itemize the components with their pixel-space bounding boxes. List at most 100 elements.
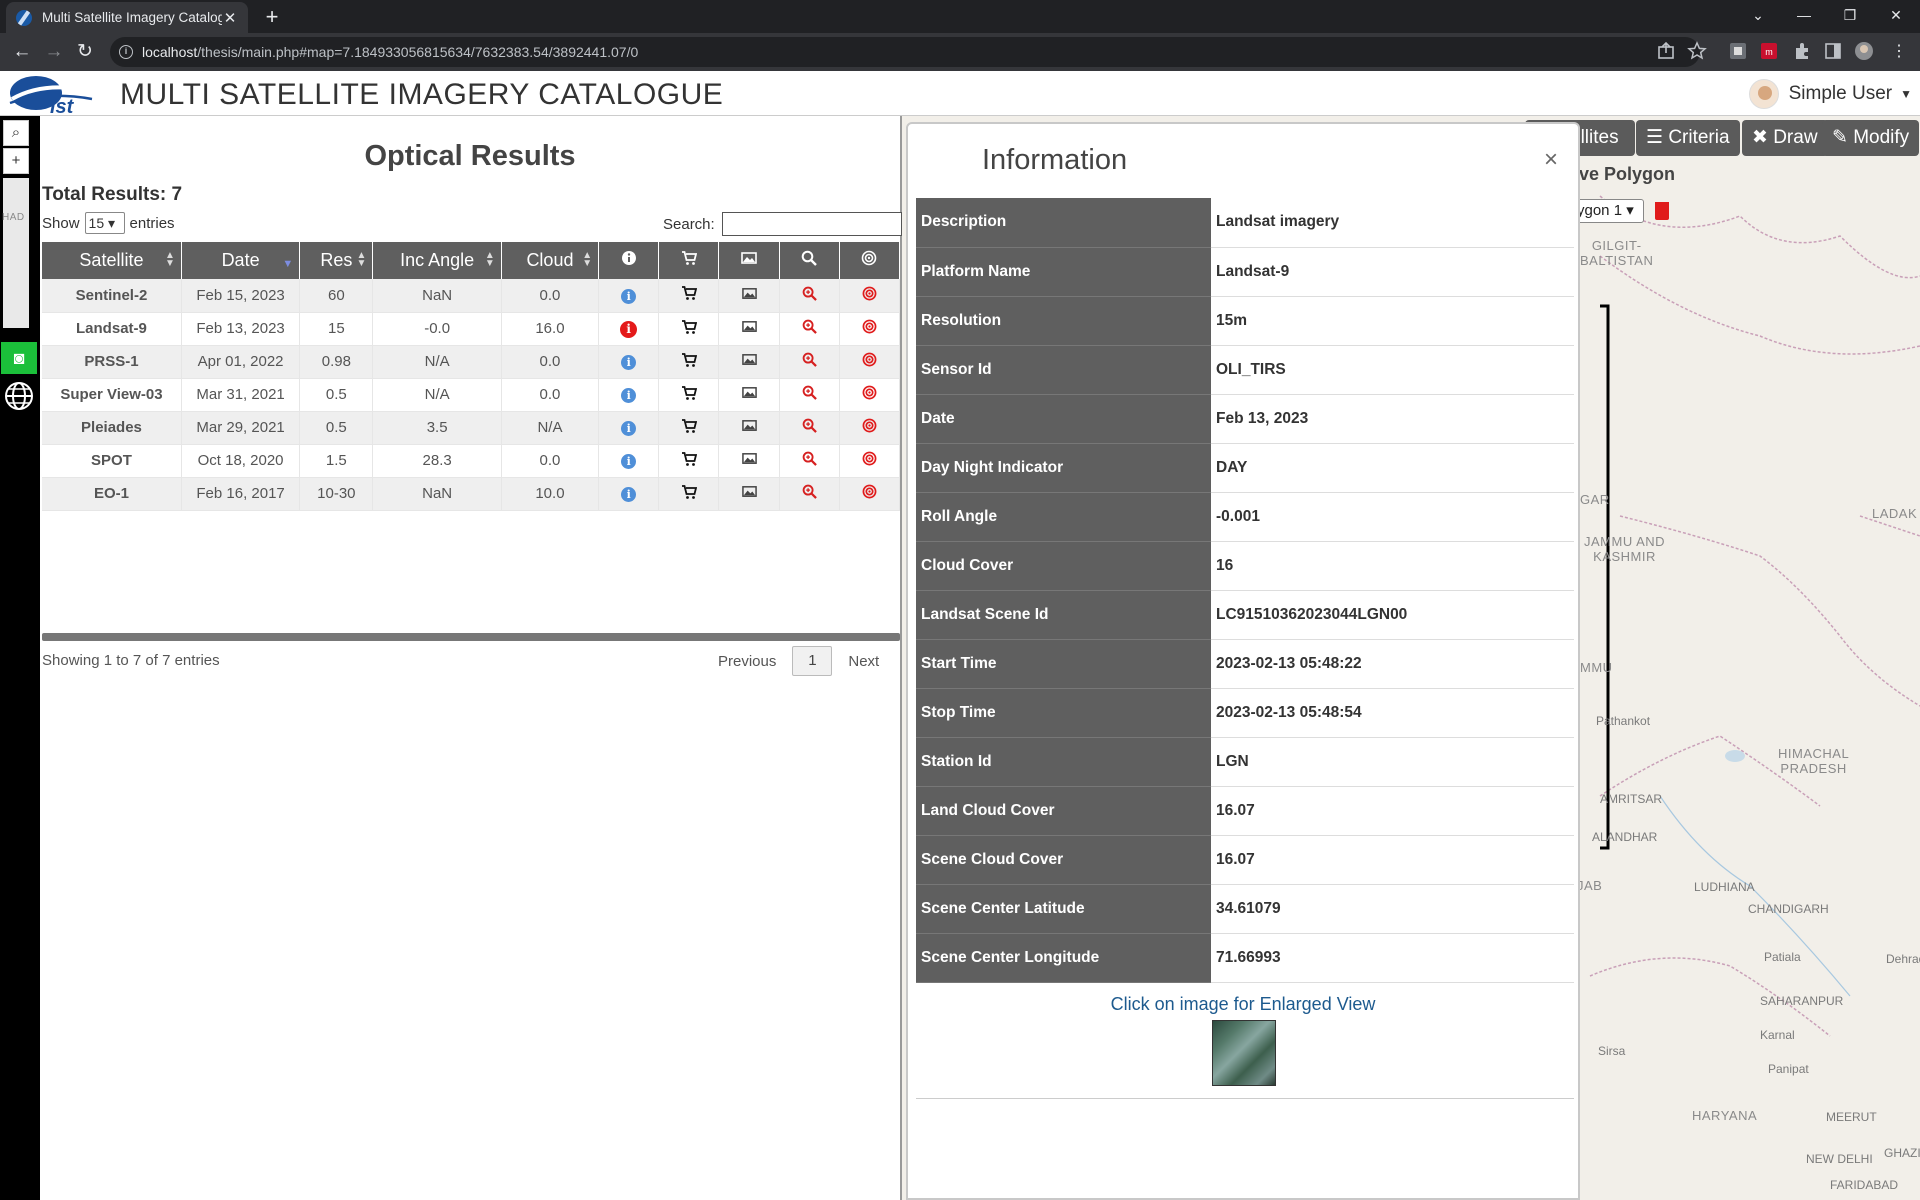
table-row[interactable]: Super View-03 Mar 31, 2021 0.5 N/A 0.0 i <box>42 378 901 412</box>
new-tab-button[interactable]: + <box>258 4 286 30</box>
search-input[interactable] <box>721 212 902 236</box>
tab-close-icon[interactable]: ✕ <box>222 9 238 27</box>
browser-menu-icon[interactable]: ⋮ <box>1885 38 1913 66</box>
share-icon[interactable] <box>1656 41 1676 61</box>
info-row: Station Id LGN <box>916 737 1574 787</box>
table-row[interactable]: PRSS-1 Apr 01, 2022 0.98 N/A 0.0 i <box>42 345 901 379</box>
extension-1-icon[interactable] <box>1728 41 1748 61</box>
info-icon[interactable]: i <box>621 288 637 304</box>
polygon-select[interactable]: ygon 1 ▾ <box>1572 199 1644 223</box>
image-icon[interactable] <box>741 287 757 305</box>
globe-icon[interactable] <box>3 380 35 412</box>
column-header-cloud[interactable]: Cloud ▲ ▼ <box>501 242 600 279</box>
zoom-icon[interactable] <box>802 352 817 371</box>
address-bar[interactable]: i localhost/thesis/main.php#map=7.184933… <box>110 37 1700 67</box>
cart-icon[interactable] <box>681 352 697 372</box>
map-label-jammu: JAMMU AND KASHMIR <box>1584 534 1666 564</box>
zoom-slider[interactable] <box>3 178 29 328</box>
table-row[interactable]: EO-1 Feb 16, 2017 10-30 NaN 10.0 i <box>42 477 901 511</box>
minimize-icon[interactable]: — <box>1781 0 1827 33</box>
column-label: Res <box>320 250 353 270</box>
target-icon[interactable] <box>862 319 877 338</box>
show-label: Show <box>42 214 80 232</box>
tab-search-icon[interactable]: ⌄ <box>1735 0 1781 33</box>
map-city: AMRITSAR <box>1600 792 1663 806</box>
bookmark-star-icon[interactable] <box>1687 41 1707 61</box>
restore-icon[interactable]: ❐ <box>1827 0 1873 33</box>
back-arrow-icon[interactable]: ← <box>8 38 36 66</box>
site-info-icon[interactable]: i <box>119 45 133 59</box>
image-icon[interactable] <box>741 354 757 371</box>
user-menu[interactable]: Simple User ▼ <box>1748 79 1912 109</box>
zoom-icon[interactable] <box>802 385 817 404</box>
info-value: 71.66993 <box>1211 933 1574 983</box>
zoom-icon[interactable] <box>802 451 817 470</box>
info-icon[interactable]: i <box>620 320 638 338</box>
image-icon[interactable] <box>741 321 757 338</box>
column-header-satellite[interactable]: Satellite ▲ ▼ <box>42 242 182 279</box>
draw-button[interactable]: ✖ Draw <box>1742 120 1828 156</box>
image-icon[interactable] <box>741 453 757 470</box>
info-icon[interactable]: i <box>621 454 637 469</box>
active-polygon-title: ive Polygon <box>1574 164 1676 184</box>
target-icon[interactable] <box>862 451 877 470</box>
image-icon[interactable] <box>741 420 757 437</box>
zoom-icon[interactable] <box>802 484 817 503</box>
image-icon[interactable] <box>741 486 757 503</box>
info-icon[interactable]: i <box>621 487 637 502</box>
zoom-icon[interactable] <box>802 319 817 338</box>
table-horizontal-scrollbar[interactable] <box>42 633 900 641</box>
extensions-puzzle-icon[interactable] <box>1792 41 1812 61</box>
modify-button[interactable]: ✎ Modify <box>1822 120 1920 156</box>
browser-tab[interactable]: Multi Satellite Imagery Catalogue ✕ <box>6 2 248 33</box>
table-row[interactable]: Pleiades Mar 29, 2021 0.5 3.5 N/A i <box>42 411 901 445</box>
column-header-image <box>718 242 780 279</box>
forward-arrow-icon[interactable]: → <box>40 38 68 66</box>
pagination: Previous 1 Next <box>718 646 879 676</box>
side-panel-icon[interactable] <box>1823 41 1843 61</box>
target-icon[interactable] <box>862 385 877 404</box>
profile-avatar-icon[interactable] <box>1854 41 1874 61</box>
info-icon[interactable]: i <box>621 388 637 403</box>
zoom-icon[interactable] <box>802 418 817 437</box>
target-icon[interactable] <box>862 352 877 371</box>
trash-icon[interactable] <box>1655 202 1669 220</box>
zoom-in-button[interactable]: + <box>3 148 29 174</box>
close-window-icon[interactable]: ✕ <box>1873 0 1919 33</box>
extension-2-icon[interactable]: m <box>1759 41 1779 61</box>
entries-select[interactable]: 15 ▾ <box>84 212 125 234</box>
camera-icon[interactable]: ◙ <box>1 342 37 374</box>
column-header-inc-angle[interactable]: Inc Angle ▲ ▼ <box>372 242 502 279</box>
cart-icon[interactable] <box>681 451 697 471</box>
previous-button[interactable]: Previous <box>718 653 776 670</box>
cell-image <box>718 279 780 313</box>
zoom-icon[interactable] <box>802 286 817 305</box>
url-host: localhost <box>142 44 198 60</box>
cart-icon[interactable] <box>681 418 697 438</box>
next-button[interactable]: Next <box>848 653 879 670</box>
cart-icon[interactable] <box>681 484 697 504</box>
page-button[interactable]: 1 <box>792 646 833 676</box>
column-header-date[interactable]: Date ▼ <box>181 242 301 279</box>
close-icon[interactable]: × <box>1544 146 1558 174</box>
cart-icon[interactable] <box>681 286 697 305</box>
criteria-button[interactable]: ☰ Criteria <box>1636 120 1740 156</box>
info-icon[interactable]: i <box>621 355 637 370</box>
edit-icon: ✎ <box>1832 127 1854 148</box>
scene-thumbnail[interactable] <box>1212 1020 1276 1086</box>
image-icon[interactable] <box>741 387 757 404</box>
target-icon[interactable] <box>862 484 877 503</box>
target-icon[interactable] <box>862 286 877 305</box>
search-icon[interactable]: ⌕ <box>3 120 29 146</box>
column-header-res[interactable]: Res ▲ ▼ <box>299 242 374 279</box>
cart-icon[interactable] <box>681 319 697 339</box>
reload-icon[interactable]: ↻ <box>71 38 99 66</box>
enlarged-view-link[interactable]: Click on image for Enlarged View <box>908 994 1578 1015</box>
info-icon[interactable]: i <box>621 421 637 436</box>
table-row[interactable]: Landsat-9 Feb 13, 2023 15 -0.0 16.0 i <box>42 312 901 346</box>
cart-icon[interactable] <box>681 385 697 405</box>
column-header-cart <box>658 242 720 279</box>
table-row[interactable]: SPOT Oct 18, 2020 1.5 28.3 0.0 i <box>42 444 901 478</box>
table-row[interactable]: Sentinel-2 Feb 15, 2023 60 NaN 0.0 i <box>42 279 901 313</box>
target-icon[interactable] <box>862 418 877 437</box>
